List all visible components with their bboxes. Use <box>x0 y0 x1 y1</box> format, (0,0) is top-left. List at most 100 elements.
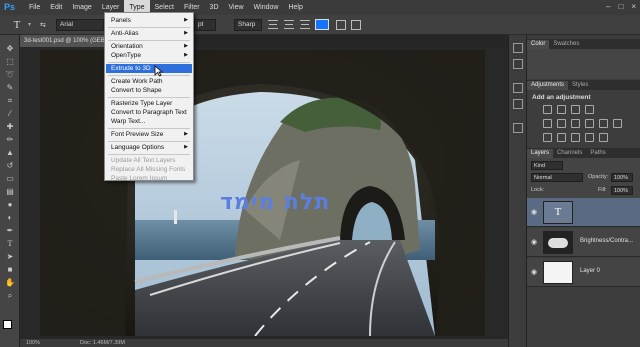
menu-item-convert-to-shape[interactable]: Convert to Shape <box>111 86 190 95</box>
menu-item-extrude-to-3d[interactable]: Extrude to 3D <box>106 64 192 73</box>
posterize-adjust-icon[interactable] <box>557 133 566 142</box>
opacity-input[interactable]: 100% <box>611 173 633 182</box>
marquee-tool-icon[interactable]: ⬚ <box>3 56 17 67</box>
font-size-select[interactable]: pt <box>194 19 216 31</box>
menu-item-opentype[interactable]: OpenType ▶ <box>111 51 190 60</box>
channel-mixer-adjust-icon[interactable] <box>613 119 622 128</box>
properties-panel-icon[interactable] <box>513 123 523 133</box>
tab-channels[interactable]: Channels <box>553 149 586 158</box>
menu-window[interactable]: Window <box>249 0 284 15</box>
foreground-color-swatch[interactable] <box>3 320 12 329</box>
history-panel-icon[interactable] <box>513 43 523 53</box>
blur-tool-icon[interactable]: ● <box>3 199 17 210</box>
menu-item-orientation[interactable]: Orientation ▶ <box>111 42 190 51</box>
shape-tool-icon[interactable]: ■ <box>3 264 17 275</box>
hand-tool-icon[interactable]: ✋ <box>3 277 17 288</box>
layer-row-adjustment[interactable]: ◉ Brightness/Contra... <box>527 228 640 257</box>
blend-mode-select[interactable]: Normal <box>531 173 583 182</box>
menu-3d[interactable]: 3D <box>205 0 224 15</box>
type-tool-icon[interactable]: T <box>3 238 17 249</box>
visibility-eye-icon[interactable]: ◉ <box>531 238 537 246</box>
menu-help[interactable]: Help <box>283 0 307 15</box>
exposure-adjust-icon[interactable] <box>585 105 594 114</box>
tab-styles[interactable]: Styles <box>568 81 592 90</box>
tab-paths[interactable]: Paths <box>586 149 609 158</box>
menu-view[interactable]: View <box>224 0 249 15</box>
zoom-tool-icon[interactable]: ⌕ <box>3 290 17 301</box>
text-orientation-icon[interactable]: ⇆ <box>40 21 46 29</box>
align-right-icon[interactable] <box>300 20 310 29</box>
font-family-select[interactable]: Arial <box>56 19 104 31</box>
fill-input[interactable]: 100% <box>611 186 633 195</box>
align-left-icon[interactable] <box>268 20 278 29</box>
photo-filter-adjust-icon[interactable] <box>599 119 608 128</box>
menu-image[interactable]: Image <box>67 0 96 15</box>
actions-panel-icon[interactable] <box>513 59 523 69</box>
black-white-adjust-icon[interactable] <box>585 119 594 128</box>
dodge-tool-icon[interactable]: ◐ <box>3 212 17 223</box>
hebrew-text-layer[interactable]: תלת מימד <box>220 190 330 215</box>
menu-item-anti-alias[interactable]: Anti-Alias ▶ <box>111 29 190 38</box>
layer-filter-select[interactable]: Kind <box>531 161 563 170</box>
pen-tool-icon[interactable]: ✒ <box>3 225 17 236</box>
crop-tool-icon[interactable]: ⌗ <box>3 95 17 106</box>
eyedropper-tool-icon[interactable]: ⁄ <box>3 108 17 119</box>
paragraph-panel-icon[interactable] <box>513 99 523 109</box>
lasso-tool-icon[interactable]: ➰ <box>3 69 17 80</box>
gradient-tool-icon[interactable]: ▤ <box>3 186 17 197</box>
history-brush-tool-icon[interactable]: ↺ <box>3 160 17 171</box>
tab-swatches[interactable]: Swatches <box>549 40 583 49</box>
selective-color-adjust-icon[interactable] <box>585 133 594 142</box>
window-controls: – □ × <box>606 2 636 11</box>
eraser-tool-icon[interactable]: ▭ <box>3 173 17 184</box>
document-tab[interactable]: 3d-test001.psd @ 100% (GEBO <box>20 35 110 47</box>
tool-preset-chevron-icon[interactable]: ▾ <box>28 21 31 28</box>
menu-file[interactable]: File <box>24 0 45 15</box>
brightness-adjust-icon[interactable] <box>543 105 552 114</box>
menu-item-language-options[interactable]: Language Options ▶ <box>111 143 190 152</box>
text-color-swatch[interactable] <box>315 19 329 30</box>
hue-saturation-adjust-icon[interactable] <box>557 119 566 128</box>
threshold-adjust-icon[interactable] <box>571 133 580 142</box>
zoom-level[interactable]: 100% <box>26 339 40 347</box>
tab-color[interactable]: Color <box>527 40 550 49</box>
adjustments-panel-tabs: Adjustments Styles <box>527 80 640 90</box>
anti-alias-select[interactable]: Sharp <box>234 19 262 31</box>
curves-adjust-icon[interactable] <box>571 105 580 114</box>
character-panel-icon[interactable] <box>513 83 523 93</box>
submenu-arrow-icon: ▶ <box>184 17 188 23</box>
menu-item-rasterize-type-layer[interactable]: Rasterize Type Layer <box>111 99 190 108</box>
vibrance-adjust-icon[interactable] <box>543 119 552 128</box>
levels-adjust-icon[interactable] <box>557 105 566 114</box>
menu-item-update-all-text-layers: Update All Text Layers <box>111 157 176 164</box>
tab-layers[interactable]: Layers <box>527 149 554 158</box>
close-icon[interactable]: × <box>631 2 636 11</box>
warp-text-icon[interactable] <box>336 20 346 30</box>
brush-tool-icon[interactable]: ✏ <box>3 134 17 145</box>
gradient-map-adjust-icon[interactable] <box>599 133 608 142</box>
path-select-tool-icon[interactable]: ➤ <box>3 251 17 262</box>
stamp-tool-icon[interactable]: ▲ <box>3 147 17 158</box>
menu-item-create-work-path[interactable]: Create Work Path <box>111 77 190 86</box>
menu-item-panels[interactable]: Panels ▶ <box>111 16 190 25</box>
layer-row-text[interactable]: ◉ T <box>527 198 640 227</box>
invert-adjust-icon[interactable] <box>543 133 552 142</box>
menu-edit[interactable]: Edit <box>45 0 67 15</box>
menu-item-font-preview-size[interactable]: Font Preview Size ▶ <box>111 130 190 139</box>
minimize-icon[interactable]: – <box>606 2 610 11</box>
menu-item-convert-to-paragraph-text[interactable]: Convert to Paragraph Text <box>111 108 190 117</box>
quick-select-tool-icon[interactable]: ✎ <box>3 82 17 93</box>
tab-adjustments[interactable]: Adjustments <box>527 81 569 90</box>
type-tool-icon[interactable]: T <box>10 19 24 31</box>
healing-tool-icon[interactable]: ✚ <box>3 121 17 132</box>
visibility-eye-icon[interactable]: ◉ <box>531 208 537 216</box>
layer-name: Brightness/Contra... <box>580 238 634 244</box>
move-tool-icon[interactable]: ✥ <box>3 43 17 54</box>
color-balance-adjust-icon[interactable] <box>571 119 580 128</box>
layer-row-pixel[interactable]: ◉ Layer 0 <box>527 258 640 287</box>
visibility-eye-icon[interactable]: ◉ <box>531 268 537 276</box>
align-center-icon[interactable] <box>284 20 294 29</box>
character-panel-icon[interactable] <box>351 20 361 30</box>
menu-item-warp-text[interactable]: Warp Text... <box>111 117 190 126</box>
maximize-icon[interactable]: □ <box>618 2 623 11</box>
